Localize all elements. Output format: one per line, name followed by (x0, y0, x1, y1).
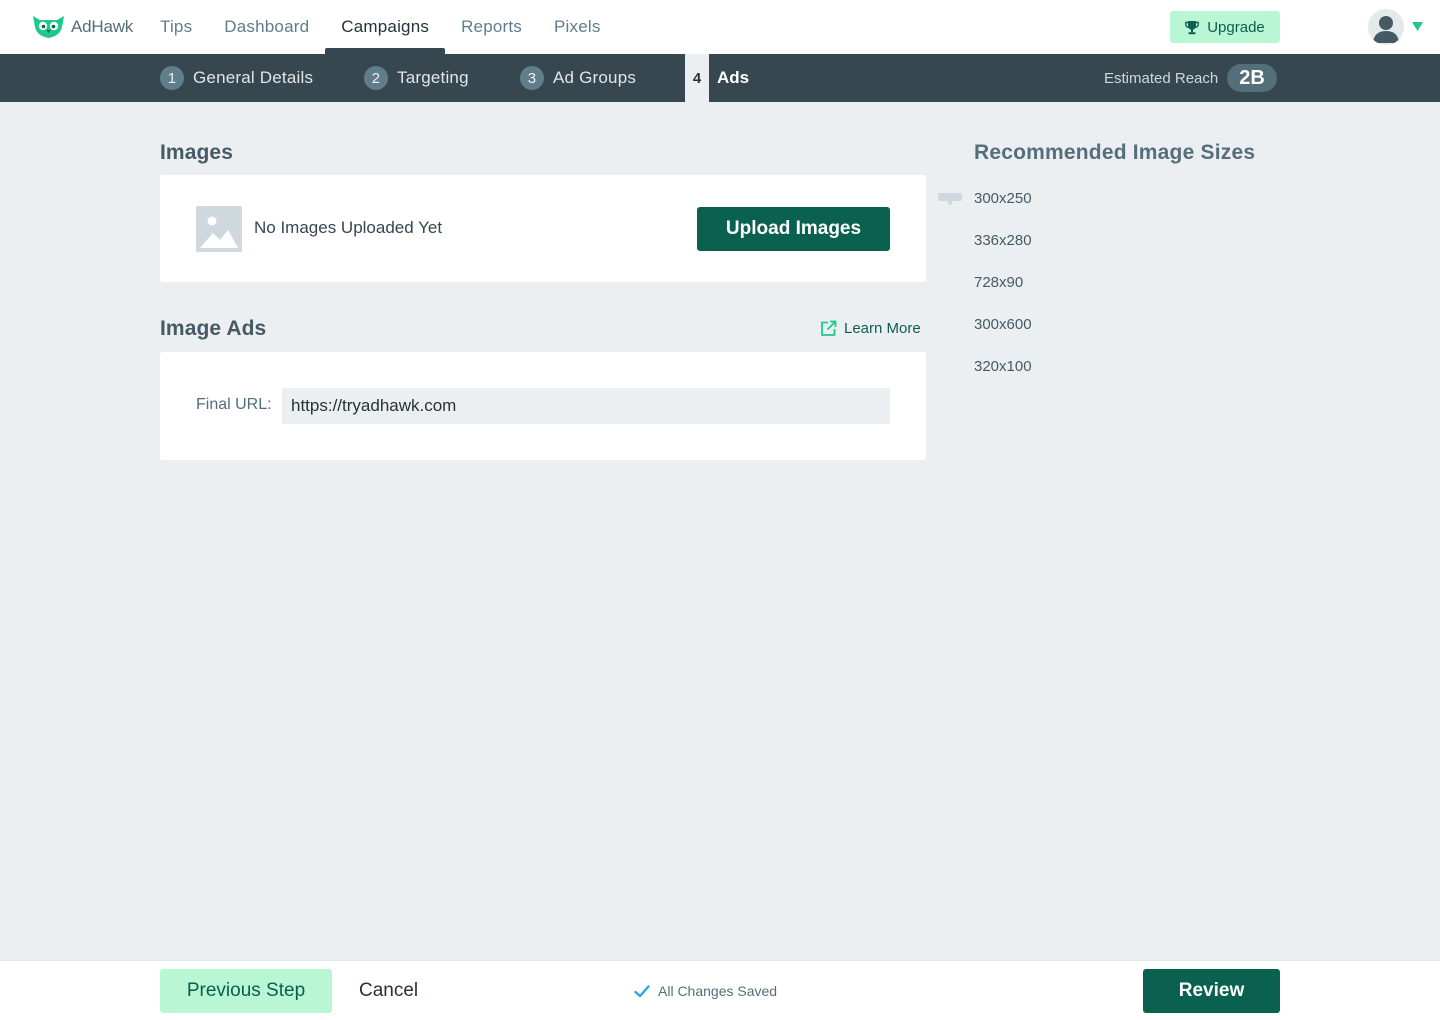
user-avatar-icon[interactable] (1368, 9, 1404, 45)
size-item-320x100[interactable]: 320x100 (974, 358, 1032, 375)
active-size-marker-icon (938, 193, 962, 206)
nav-item-campaigns[interactable]: Campaigns (325, 0, 445, 54)
previous-step-button[interactable]: Previous Step (160, 969, 332, 1013)
no-images-text: No Images Uploaded Yet (254, 218, 443, 237)
step-label: General Details (193, 68, 314, 87)
step-number: 2 (364, 66, 388, 90)
checkmark-icon (634, 984, 650, 997)
upload-images-button[interactable]: Upload Images (697, 207, 890, 251)
review-button[interactable]: Review (1143, 969, 1280, 1013)
image-ads-card: Final URL: https://tryadhawk.com (160, 352, 926, 460)
final-url-label: Final URL: (196, 396, 272, 413)
image-ads-section-title: Image Ads (160, 317, 267, 340)
reach-label: Estimated Reach (1104, 69, 1219, 87)
logo[interactable]: AdHawk (32, 14, 133, 40)
step-label: Ad Groups (553, 68, 637, 87)
size-item-300x250[interactable]: 300x250 (974, 190, 1032, 207)
reach-value-badge: 2B (1227, 64, 1277, 92)
upgrade-button[interactable]: Upgrade (1170, 11, 1280, 43)
save-status-label: All Changes Saved (658, 983, 778, 999)
learn-more-link[interactable]: Learn More (820, 318, 921, 338)
caret-down-icon[interactable] (1412, 22, 1423, 31)
footer-bar: Previous Step Cancel All Changes Saved R… (0, 960, 1440, 1020)
top-navigation: AdHawk Tips Dashboard Campaigns Reports … (0, 0, 1440, 54)
upgrade-label: Upgrade (1207, 18, 1265, 36)
final-url-input[interactable]: https://tryadhawk.com (282, 388, 890, 424)
recommended-sizes-title: Recommended Image Sizes (974, 141, 1256, 164)
step-ad-groups[interactable]: 3 Ad Groups (520, 54, 636, 102)
campaign-steps-bar: 1 General Details 2 Targeting 3 Ad Group… (0, 54, 1440, 102)
cancel-button[interactable]: Cancel (359, 969, 418, 1013)
images-card: No Images Uploaded Yet Upload Images (160, 175, 926, 282)
step-ads-number[interactable]: 4 (685, 54, 709, 102)
estimated-reach: Estimated Reach 2B (1104, 64, 1277, 92)
nav-item-pixels[interactable]: Pixels (538, 0, 617, 54)
save-status: All Changes Saved (634, 981, 777, 1001)
learn-more-label: Learn More (844, 319, 921, 337)
size-item-300x600[interactable]: 300x600 (974, 316, 1032, 333)
step-ads-label[interactable]: Ads (717, 54, 749, 102)
step-general-details[interactable]: 1 General Details (160, 54, 313, 102)
avatar-silhouette-icon (1373, 16, 1399, 43)
size-item-728x90[interactable]: 728x90 (974, 274, 1023, 291)
step-number: 3 (520, 66, 544, 90)
nav-item-tips[interactable]: Tips (144, 0, 208, 54)
step-number: 1 (160, 66, 184, 90)
nav-item-reports[interactable]: Reports (445, 0, 538, 54)
size-item-336x280[interactable]: 336x280 (974, 232, 1032, 249)
main-nav: Tips Dashboard Campaigns Reports Pixels (144, 0, 617, 54)
image-placeholder-icon (196, 206, 242, 252)
external-link-icon (821, 320, 837, 336)
owl-icon (33, 16, 64, 38)
trophy-icon (1185, 20, 1200, 34)
step-targeting[interactable]: 2 Targeting (364, 54, 469, 102)
app-name: AdHawk (71, 17, 134, 36)
step-label: Targeting (397, 68, 469, 87)
images-section-title: Images (160, 141, 233, 164)
nav-item-dashboard[interactable]: Dashboard (208, 0, 325, 54)
